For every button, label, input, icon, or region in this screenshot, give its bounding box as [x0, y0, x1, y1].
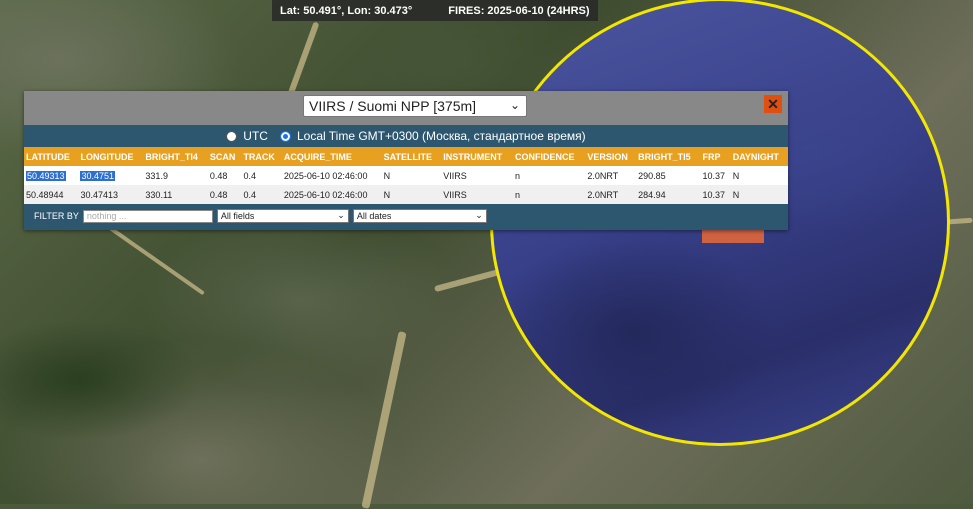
table-cell: 0.4	[241, 185, 282, 204]
col-bright-ti5: BRIGHT_TI5	[636, 147, 701, 166]
fire-detection-marker[interactable]	[702, 229, 764, 243]
map-status-bar: Lat: 50.491°, Lon: 30.473° FIRES: 2025-0…	[272, 0, 598, 21]
table-cell: VIIRS	[441, 166, 514, 185]
cell-latitude[interactable]: 50.49313	[24, 166, 79, 185]
table-cell: 2025-06-10 02:46:00	[281, 185, 382, 204]
close-button[interactable]: ✕	[764, 95, 782, 113]
table-row[interactable]: 50.48944 30.47413 330.11 0.48 0.4 2025-0…	[24, 185, 788, 204]
table-header-row: LATITUDE LONGITUDE BRIGHT_TI4 SCAN TRACK…	[24, 147, 788, 166]
table-cell: n	[513, 166, 586, 185]
fire-data-table: LATITUDE LONGITUDE BRIGHT_TI4 SCAN TRACK…	[24, 147, 788, 204]
popup-header: VIIRS / Suomi NPP [375m] ⌄ ✕	[24, 91, 788, 125]
selected-text[interactable]: 50.49313	[26, 170, 66, 181]
col-bright-ti4: BRIGHT_TI4	[143, 147, 208, 166]
col-acquire-time: ACQUIRE_TIME	[281, 147, 382, 166]
table-cell: 2.0NRT	[585, 166, 637, 185]
chevron-down-icon: ⌄	[337, 210, 345, 220]
chevron-down-icon: ⌄	[475, 210, 483, 220]
road	[361, 331, 407, 509]
filter-label: FILTER BY	[34, 211, 79, 221]
table-cell: 0.4	[241, 166, 282, 185]
sensor-select-value: VIIRS / Suomi NPP [375m]	[309, 98, 477, 114]
road	[286, 21, 320, 99]
fire-info-popup: VIIRS / Suomi NPP [375m] ⌄ ✕ UTC Local T…	[24, 91, 788, 230]
col-longitude: LONGITUDE	[78, 147, 144, 166]
table-cell: N	[381, 166, 442, 185]
col-scan: SCAN	[207, 147, 242, 166]
utc-radio[interactable]	[226, 130, 238, 142]
close-icon: ✕	[767, 95, 779, 112]
col-daynight: DAYNIGHT	[730, 147, 788, 166]
field-filter-value: All fields	[220, 211, 255, 221]
cursor-coordinates: Lat: 50.491°, Lon: 30.473°	[280, 4, 413, 17]
table-cell: N	[381, 185, 442, 204]
col-track: TRACK	[241, 147, 282, 166]
field-filter-select[interactable]: All fields ⌄	[216, 209, 349, 223]
col-latitude: LATITUDE	[24, 147, 79, 166]
utc-label[interactable]: UTC	[243, 129, 268, 143]
filter-placeholder: nothing ...	[86, 211, 127, 221]
local-time-label[interactable]: Local Time GMT+0300 (Москва, стандартное…	[297, 129, 586, 143]
table-cell: 284.94	[636, 185, 701, 204]
col-frp: FRP	[700, 147, 731, 166]
fires-date-label: FIRES: 2025-06-10 (24HRS)	[448, 4, 590, 17]
date-filter-value: All dates	[356, 211, 392, 221]
col-version: VERSION	[585, 147, 637, 166]
local-time-radio[interactable]	[279, 130, 291, 142]
filter-bar: FILTER BY nothing ... All fields ⌄ All d…	[24, 204, 788, 228]
table-cell: 330.11	[143, 185, 208, 204]
filter-input[interactable]: nothing ...	[82, 209, 213, 223]
col-confidence: CONFIDENCE	[513, 147, 586, 166]
table-cell: 10.37	[700, 185, 731, 204]
table-cell: 290.85	[636, 166, 701, 185]
selected-text[interactable]: 30.4751	[80, 170, 116, 181]
table-cell: N	[730, 166, 788, 185]
sensor-select[interactable]: VIIRS / Suomi NPP [375m] ⌄	[303, 95, 527, 117]
time-mode-selector: UTC Local Time GMT+0300 (Москва, стандар…	[24, 125, 788, 147]
table-cell: 331.9	[143, 166, 208, 185]
date-filter-select[interactable]: All dates ⌄	[352, 209, 487, 223]
table-cell: 30.47413	[78, 185, 144, 204]
cell-longitude[interactable]: 30.4751	[78, 166, 144, 185]
table-cell: 2.0NRT	[585, 185, 637, 204]
table-cell: 10.37	[700, 166, 731, 185]
col-satellite: SATELLITE	[381, 147, 442, 166]
col-instrument: INSTRUMENT	[441, 147, 514, 166]
table-cell: VIIRS	[441, 185, 514, 204]
table-row[interactable]: 50.49313 30.4751 331.9 0.48 0.4 2025-06-…	[24, 166, 788, 185]
chevron-down-icon: ⌄	[509, 98, 520, 112]
table-cell: N	[730, 185, 788, 204]
table-cell: 2025-06-10 02:46:00	[281, 166, 382, 185]
table-cell: 0.48	[207, 166, 242, 185]
table-cell: 0.48	[207, 185, 242, 204]
table-cell: 50.48944	[24, 185, 79, 204]
table-cell: n	[513, 185, 586, 204]
